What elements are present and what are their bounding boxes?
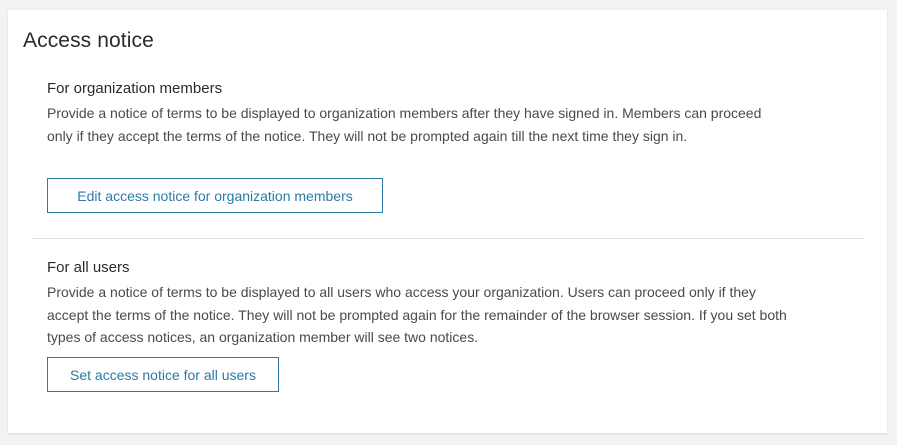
all-users-heading: For all users <box>47 259 130 276</box>
set-all-users-notice-button[interactable]: Set access notice for all users <box>47 357 279 392</box>
members-description: Provide a notice of terms to be displaye… <box>47 105 762 144</box>
members-section: For organization members Provide a notic… <box>47 80 787 147</box>
members-heading: For organization members <box>47 80 223 97</box>
all-users-description: Provide a notice of terms to be displaye… <box>47 284 787 345</box>
access-notice-card: Access notice For organization members P… <box>8 10 887 433</box>
section-divider <box>32 238 864 239</box>
edit-members-notice-button[interactable]: Edit access notice for organization memb… <box>47 178 383 213</box>
all-users-section: For all users Provide a notice of terms … <box>47 259 787 349</box>
page-title: Access notice <box>23 29 154 52</box>
